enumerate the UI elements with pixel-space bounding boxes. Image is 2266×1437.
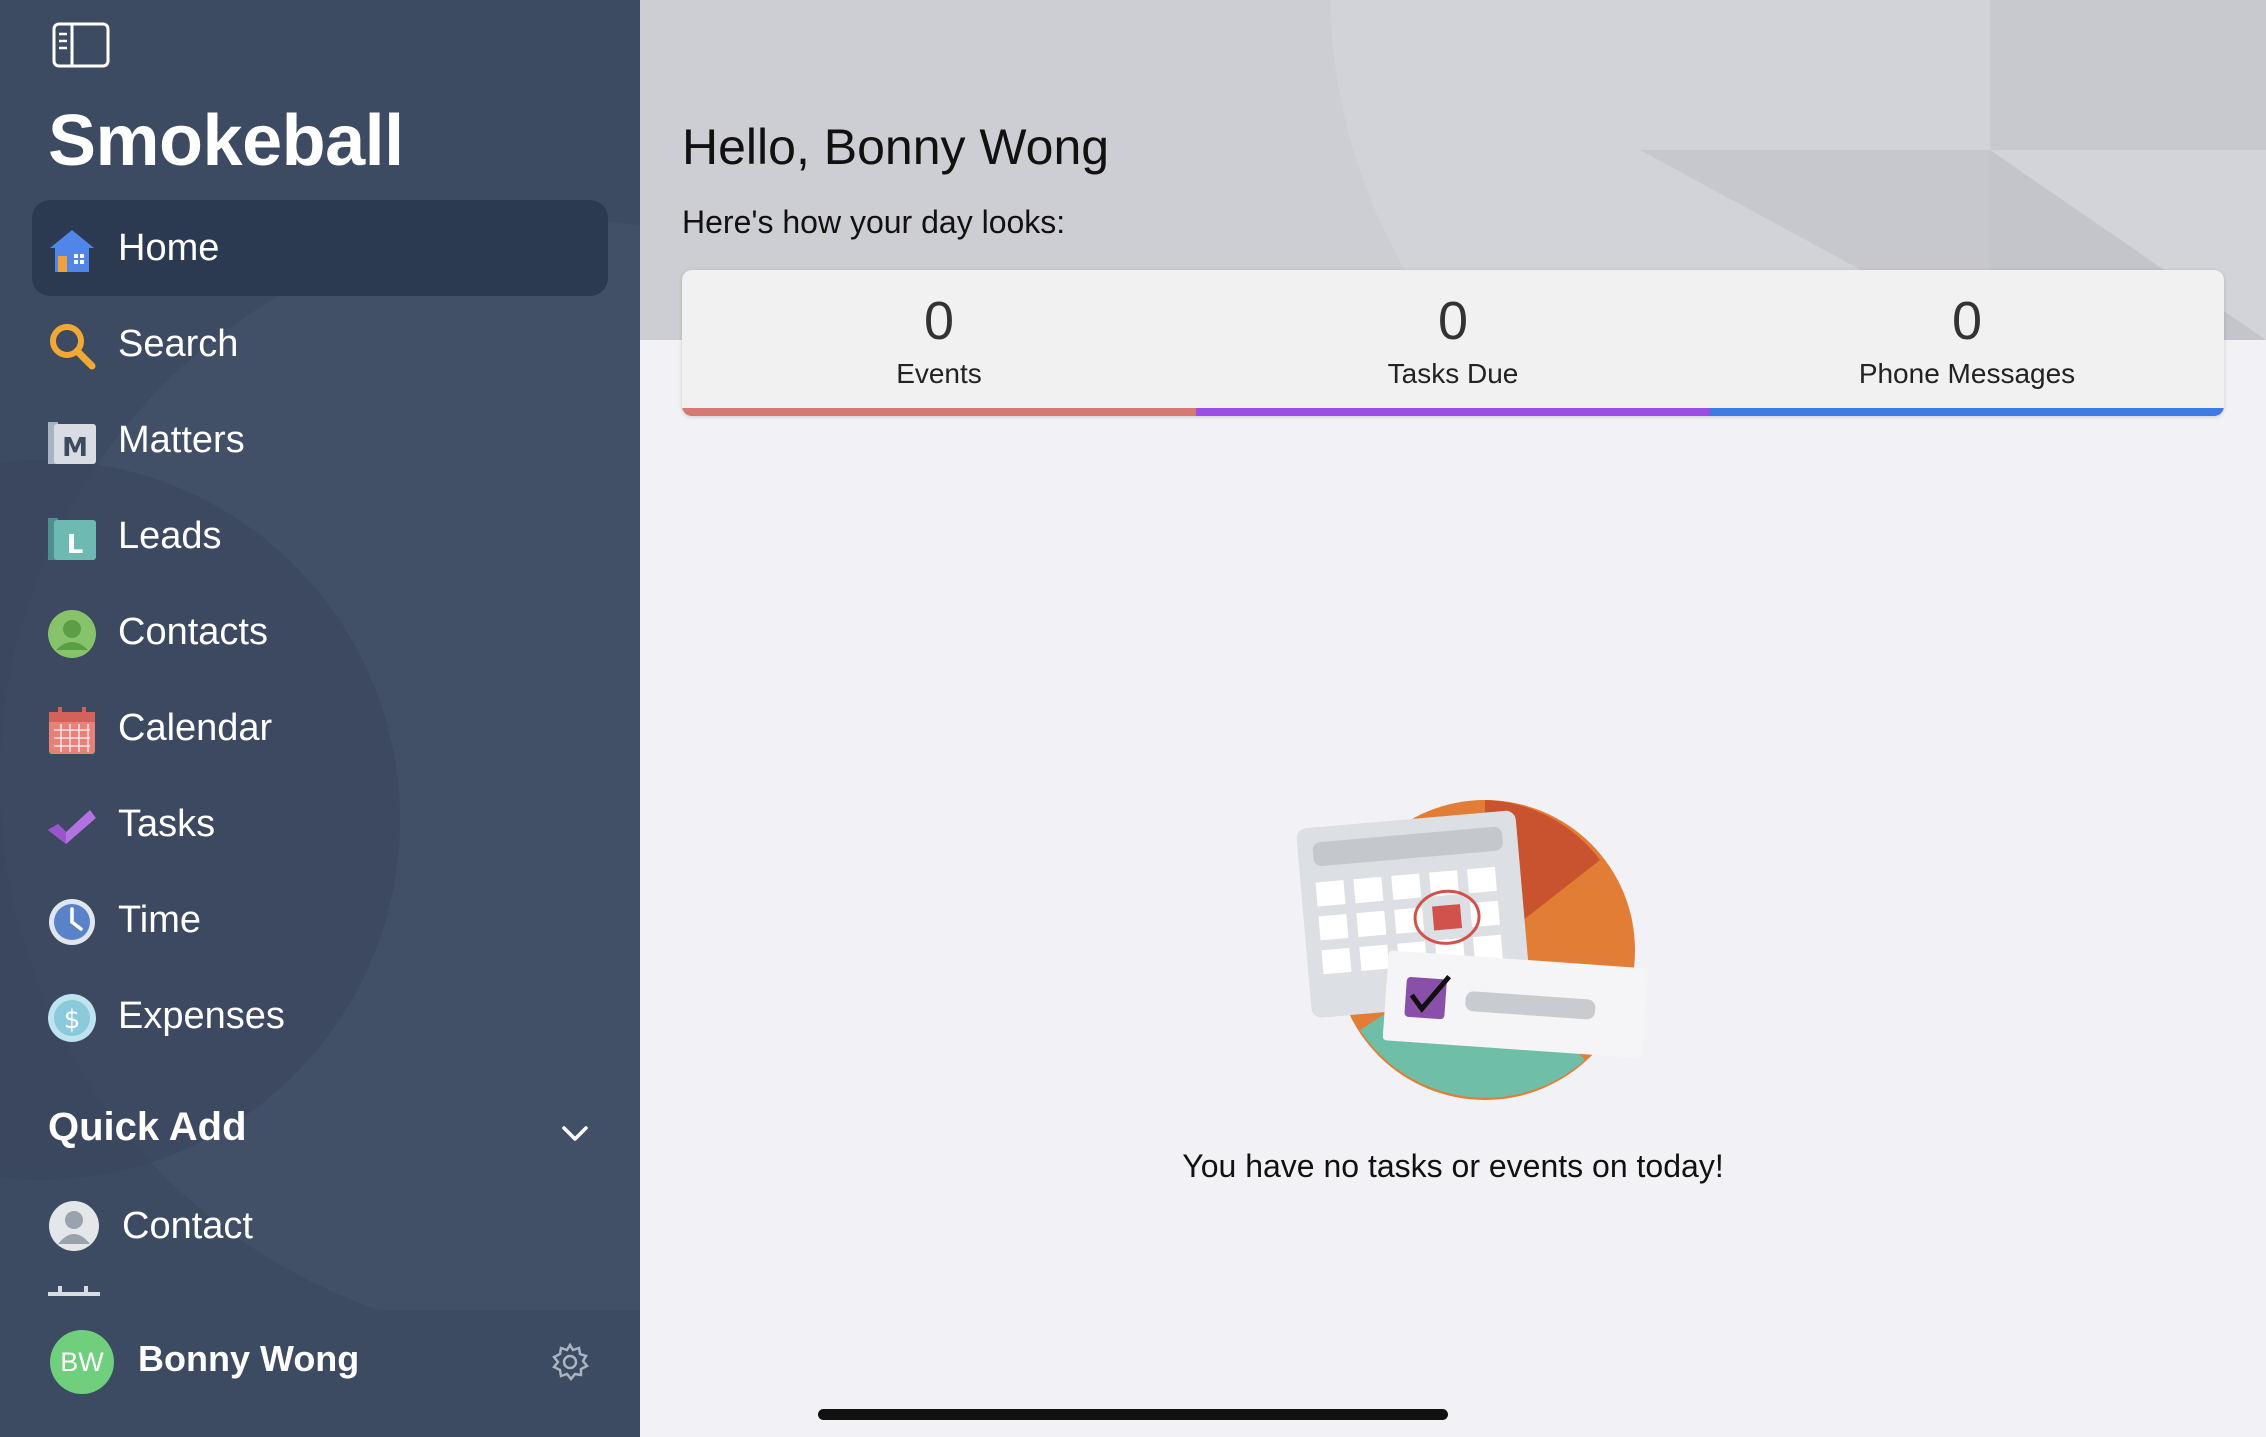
sidebar-item-label: Calendar [118,707,273,749]
sidebar-item-tasks[interactable]: Tasks [32,776,608,872]
svg-text:$: $ [64,1005,81,1035]
tasks-icon [48,810,96,844]
brand-title: Smokeball [48,101,404,181]
sidebar-item-label: Contacts [118,611,268,653]
sidebar-item-label: Time [118,899,202,941]
sidebar-item-expenses[interactable]: $ Expenses [32,968,608,1064]
stat-tasks-due[interactable]: 0 Tasks Due [1196,270,1710,416]
sidebar-item-home[interactable]: Home [32,200,608,296]
stat-color-bar [1196,408,1710,416]
sidebar-item-leads[interactable]: L Leads [32,488,608,584]
leads-icon: L [48,518,96,560]
sidebar-item-label: Home [118,227,220,269]
person-icon [49,1201,99,1251]
quick-add-item-label: Contact [122,1205,253,1247]
sidebar-item-time[interactable]: Time [32,872,608,968]
chevron-down-icon[interactable] [560,1118,590,1148]
greeting-title: Hello, Bonny Wong [682,119,1110,175]
day-summary-card: 0 Events 0 Tasks Due 0 Phone Messages [682,270,2224,416]
clock-icon [49,899,95,945]
stat-label: Phone Messages [1858,358,2076,389]
user-name[interactable]: Bonny Wong [138,1338,359,1380]
svg-text:L: L [67,530,84,560]
sidebar-item-calendar[interactable]: Calendar [32,680,608,776]
home-icon [50,230,94,272]
stat-events[interactable]: 0 Events [682,270,1196,416]
empty-state-illustration [1296,800,1648,1100]
calendar-icon [48,1286,100,1296]
svg-text:M: M [62,433,88,463]
stat-value: 0 [1951,291,1983,351]
sidebar-item-label: Matters [118,419,245,461]
quick-add-contact[interactable]: Contact [48,1196,608,1256]
sidebar-item-label: Tasks [118,803,216,845]
stat-label: Events [896,358,982,389]
home-indicator[interactable] [818,1409,1448,1420]
sidebar: Smokeball Home Search M Matters L Leads … [0,0,640,1437]
sidebar-item-matters[interactable]: M Matters [32,392,608,488]
stat-label: Tasks Due [1387,358,1519,389]
sidebar-item-search[interactable]: Search [32,296,608,392]
stat-value: 0 [923,291,955,351]
avatar[interactable]: BW [50,1330,114,1394]
stat-phone-messages[interactable]: 0 Phone Messages [1710,270,2224,416]
sidebar-item-label: Expenses [118,995,285,1037]
quick-add-heading[interactable]: Quick Add [48,1105,247,1150]
stat-color-bar [682,408,1196,416]
empty-state-message: You have no tasks or events on today! [1182,1148,1724,1184]
sidebar-item-label: Leads [118,515,222,557]
matters-icon: M [48,422,96,464]
user-bar: BW Bonny Wong [0,1310,640,1437]
calendar-icon [49,707,95,754]
gear-icon[interactable] [550,1342,590,1382]
stat-color-bar [1710,408,2224,416]
greeting-subtitle: Here's how your day looks: [682,204,1066,240]
sidebar-toggle-icon[interactable] [52,22,110,68]
main-content: Hello, Bonny Wong Here's how your day lo… [640,0,2266,1437]
contacts-icon [48,610,96,658]
sidebar-item-label: Search [118,323,239,365]
stat-value: 0 [1437,291,1469,351]
dollar-icon: $ [48,994,96,1042]
search-icon [50,324,96,370]
sidebar-item-contacts[interactable]: Contacts [32,584,608,680]
